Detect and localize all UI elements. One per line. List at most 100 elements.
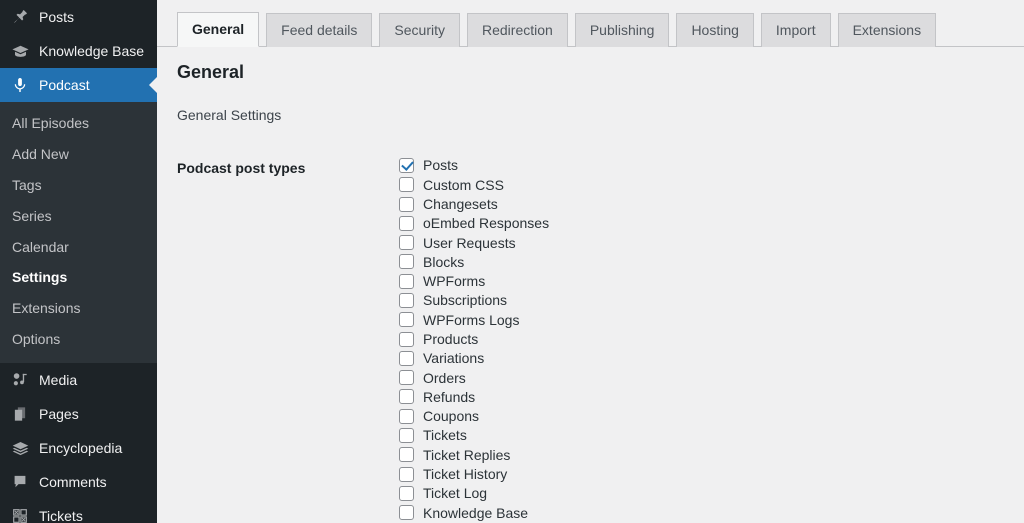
settings-tab-bar: General Feed details Security Redirection Pu… <box>157 0 1024 47</box>
checkbox-knowledge-base[interactable] <box>399 505 414 521</box>
post-types-checkbox-group: Posts Custom CSS Changesets oEmbed Response… <box>399 156 1024 523</box>
checkbox-label: Ticket Log <box>423 485 488 502</box>
post-type-option[interactable]: Orders <box>399 368 1024 387</box>
tab-security[interactable]: Security <box>379 12 460 47</box>
post-type-option[interactable]: WPForms <box>399 272 1024 291</box>
checkbox-label: Posts <box>423 157 459 174</box>
submenu-item-all-episodes[interactable]: All Episodes <box>0 108 157 139</box>
checkbox-label: Blocks <box>423 253 465 270</box>
post-type-option[interactable]: Subscriptions <box>399 291 1024 310</box>
checkbox-oembed-responses[interactable] <box>399 215 414 231</box>
post-type-option[interactable]: Changesets <box>399 194 1024 213</box>
sidebar-item-comments[interactable]: Comments <box>0 465 157 499</box>
checkbox-label: Ticket Replies <box>423 446 511 463</box>
checkbox-label: Refunds <box>423 388 476 405</box>
tab-general[interactable]: General <box>177 11 260 47</box>
checkbox-label: WPForms <box>423 273 486 290</box>
post-type-option[interactable]: Products <box>399 329 1024 348</box>
submenu-item-extensions[interactable]: Extensions <box>0 293 157 324</box>
submenu-item-add-new[interactable]: Add New <box>0 139 157 170</box>
sidebar-item-label: Comments <box>39 474 107 491</box>
submenu-item-settings[interactable]: Settings <box>0 262 157 293</box>
sidebar-primary-items: Posts Knowledge Base Podcast <box>0 0 157 102</box>
sidebar-item-label: Podcast <box>39 77 90 93</box>
checkbox-subscriptions[interactable] <box>399 293 414 308</box>
checkbox-ticket-log[interactable] <box>399 485 414 501</box>
submenu-item-calendar[interactable]: Calendar <box>0 232 157 263</box>
submenu-item-series[interactable]: Series <box>0 201 157 232</box>
sidebar-item-tickets[interactable]: Tickets <box>0 499 157 523</box>
post-type-option[interactable]: oEmbed Responses <box>399 214 1024 233</box>
post-type-option[interactable]: Knowledge Base <box>399 503 1024 522</box>
sidebar-item-podcast[interactable]: Podcast <box>0 68 157 102</box>
checkbox-wpforms-logs[interactable] <box>399 312 414 328</box>
submenu-item-tags[interactable]: Tags <box>0 170 157 201</box>
sidebar-item-media[interactable]: Media <box>0 363 157 397</box>
sidebar-item-label: Pages <box>39 406 79 423</box>
media-icon <box>10 370 30 390</box>
post-type-option[interactable]: Refunds <box>399 387 1024 406</box>
field-label-podcast-post-types: Podcast post types <box>177 159 306 176</box>
sidebar-item-knowledge-base[interactable]: Knowledge Base <box>0 34 157 68</box>
sidebar-item-encyclopedia[interactable]: Encyclopedia <box>0 431 157 465</box>
checkbox-label: Tickets <box>423 427 467 444</box>
sidebar-item-label: Encyclopedia <box>39 440 123 457</box>
checkbox-blocks[interactable] <box>399 254 414 270</box>
checkbox-label: Variations <box>423 350 485 367</box>
checkbox-label: WPForms Logs <box>423 311 520 328</box>
post-type-option[interactable]: Ticket Log <box>399 484 1024 503</box>
checkbox-refunds[interactable] <box>399 389 414 405</box>
post-type-option[interactable]: User Requests <box>399 233 1024 252</box>
sidebar-item-label: Tickets <box>39 508 83 523</box>
sidebar-item-pages[interactable]: Pages <box>0 397 157 431</box>
checkbox-label: Orders <box>423 369 466 386</box>
main-content-area: General Feed details Security Redirection Pu… <box>157 0 1024 523</box>
checkbox-label: Subscriptions <box>423 292 508 309</box>
checkbox-orders[interactable] <box>399 370 414 386</box>
tab-publishing[interactable]: Publishing <box>574 12 670 47</box>
checkbox-label: oEmbed Responses <box>423 215 550 232</box>
submenu-item-options[interactable]: Options <box>0 324 157 355</box>
post-type-option[interactable]: Coupons <box>399 407 1024 426</box>
checkbox-posts[interactable] <box>399 157 414 173</box>
checkbox-products[interactable] <box>399 331 414 347</box>
post-type-option[interactable]: Ticket Replies <box>399 445 1024 464</box>
checkbox-label: Ticket History <box>423 466 508 483</box>
form-row-podcast-post-types: Podcast post types Posts Custom CSS Change… <box>177 156 1024 523</box>
checkbox-coupons[interactable] <box>399 408 414 424</box>
checkbox-tickets[interactable] <box>399 428 414 444</box>
checkbox-label: User Requests <box>423 234 516 251</box>
sidebar-item-label: Media <box>39 372 78 389</box>
tab-extensions[interactable]: Extensions <box>837 12 937 47</box>
post-type-option[interactable]: Blocks <box>399 252 1024 271</box>
checkbox-ticket-history[interactable] <box>399 466 414 482</box>
tab-hosting[interactable]: Hosting <box>676 12 754 47</box>
post-type-option[interactable]: WPForms Logs <box>399 310 1024 329</box>
sidebar-secondary-items: Media Pages Encyclopedia Comments Tickets <box>0 363 157 523</box>
post-type-option[interactable]: Custom CSS <box>399 175 1024 194</box>
tab-import[interactable]: Import <box>760 12 831 47</box>
sidebar-item-posts[interactable]: Posts <box>0 0 157 34</box>
pages-icon <box>10 404 30 424</box>
admin-screen: Posts Knowledge Base Podcast All Episodes A… <box>0 0 1024 523</box>
book-icon <box>10 438 30 458</box>
tab-redirection[interactable]: Redirection <box>467 12 568 47</box>
checkbox-ticket-replies[interactable] <box>399 447 414 463</box>
checkbox-custom-css[interactable] <box>399 177 414 193</box>
checkbox-variations[interactable] <box>399 350 414 366</box>
checkbox-user-requests[interactable] <box>399 235 414 251</box>
post-type-option[interactable]: Variations <box>399 349 1024 368</box>
post-type-option[interactable]: Ticket History <box>399 465 1024 484</box>
post-type-option[interactable]: Posts <box>399 156 1024 175</box>
checkbox-label: Changesets <box>423 195 498 212</box>
post-type-option[interactable]: Tickets <box>399 426 1024 445</box>
graduation-cap-icon <box>10 41 30 61</box>
checkbox-label: Coupons <box>423 408 480 425</box>
pushpin-icon <box>10 7 30 27</box>
checkbox-wpforms[interactable] <box>399 273 414 289</box>
tab-feed-details[interactable]: Feed details <box>266 12 373 47</box>
settings-content: General General Settings Podcast post ty… <box>157 47 1024 523</box>
comment-bubble-icon <box>10 472 30 492</box>
checkbox-changesets[interactable] <box>399 196 414 212</box>
podcast-submenu: All Episodes Add New Tags Series Calendar Set… <box>0 102 157 364</box>
